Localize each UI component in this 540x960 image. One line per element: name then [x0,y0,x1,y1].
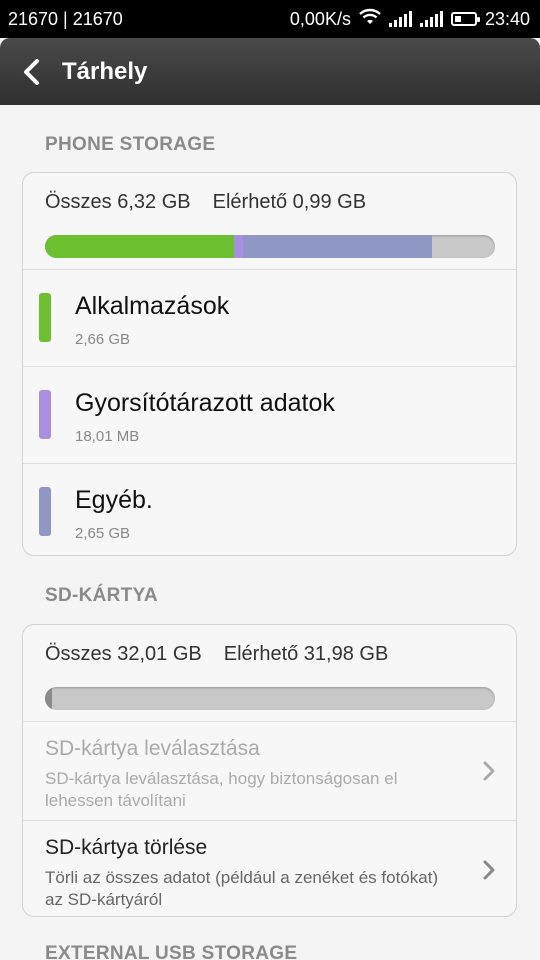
status-bar: 21670 | 21670 0,00K/s 23:40 [0,0,540,38]
action-title: SD-kártya leválasztása [45,737,260,760]
storage-item-label: Egyéb. [75,486,153,514]
signal-icon [388,11,412,27]
page-title: Tárhely [62,57,148,85]
wifi-icon [359,8,381,31]
title-bar: Tárhely [0,38,540,105]
storage-item-cache[interactable]: Gyorsítótárazott adatok 18,01 MB [23,367,516,464]
sd-available: Elérhető 31,98 GB [223,643,389,665]
storage-content[interactable]: PHONE STORAGE Összes 6,32 GB Elérhető 0,… [0,105,540,960]
sd-card-card: Összes 32,01 GB Elérhető 31,98 GB SD-kár… [22,624,517,917]
battery-icon [450,12,480,26]
section-header-phone-storage: PHONE STORAGE [45,134,216,155]
unmount-sd-button[interactable]: SD-kártya leválasztása SD-kártya leválas… [23,722,516,821]
erase-sd-button[interactable]: SD-kártya törlése Törli az összes adatot… [23,821,516,916]
status-left-text: 21670 | 21670 [8,8,123,29]
phone-available: Elérhető 0,99 GB [212,191,367,213]
signal-icon-2 [419,11,443,27]
phone-storage-summary: Összes 6,32 GB Elérhető 0,99 GB [23,173,516,270]
usage-segment-sd-used [45,687,52,710]
chevron-left-icon [24,58,39,85]
sd-total: Összes 32,01 GB [45,643,202,665]
action-description: SD-kártya leválasztása, hogy biztonságos… [45,769,398,810]
usage-segment-cache [234,235,243,258]
apps-color-swatch [39,293,51,342]
network-speed: 0,00K/s [289,8,351,29]
storage-item-apps[interactable]: Alkalmazások 2,66 GB [23,270,516,367]
usage-segment-apps [45,235,234,258]
back-button[interactable] [6,38,56,105]
storage-item-size: 18,01 MB [75,428,140,445]
sd-usage-bar [45,687,495,710]
status-right: 0,00K/s 23:40 [290,8,530,31]
chevron-right-icon [483,860,495,880]
phone-total: Összes 6,32 GB [45,191,191,213]
storage-item-other[interactable]: Egyéb. 2,65 GB [23,464,516,555]
phone-usage-bar [45,235,495,258]
storage-item-label: Alkalmazások [75,292,230,320]
section-header-sd-card: SD-KÁRTYA [45,585,158,606]
cache-color-swatch [39,390,51,439]
section-header-usb-storage: EXTERNAL USB STORAGE [45,943,298,960]
action-description: Törli az összes adatot (például a zenéke… [45,868,439,909]
usage-segment-other [243,235,432,258]
storage-item-label: Gyorsítótárazott adatok [75,389,335,417]
sd-card-summary: Összes 32,01 GB Elérhető 31,98 GB [23,625,516,722]
clock: 23:40 [484,8,530,29]
phone-storage-card: Összes 6,32 GB Elérhető 0,99 GB Alkalmaz… [22,172,517,556]
other-color-swatch [39,487,51,536]
action-title: SD-kártya törlése [45,836,208,859]
storage-item-size: 2,65 GB [75,525,131,542]
storage-item-size: 2,66 GB [75,331,131,348]
chevron-right-icon [483,761,495,781]
